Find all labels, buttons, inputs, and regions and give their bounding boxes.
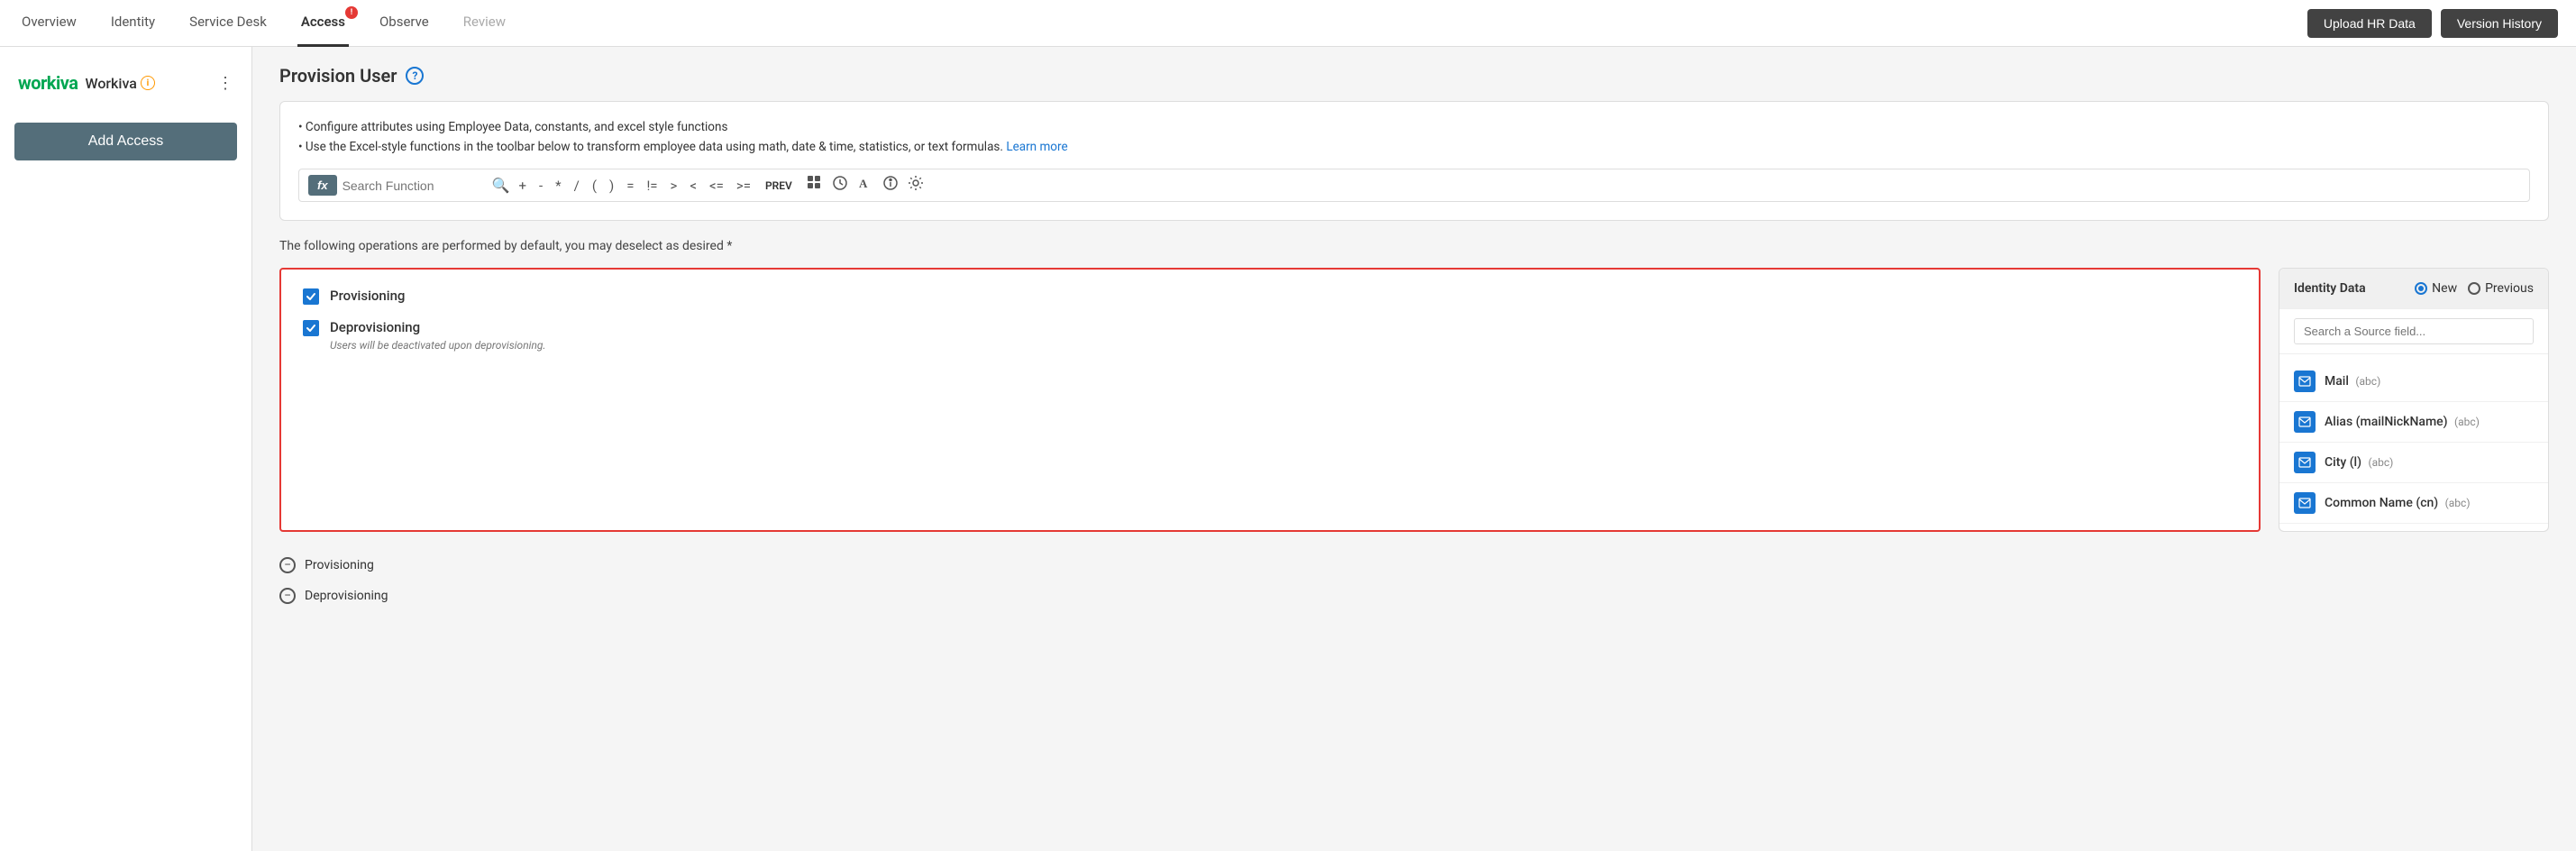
toolbar-icons: A bbox=[807, 175, 924, 196]
field-city-icon bbox=[2294, 452, 2316, 473]
settings-icon-button[interactable] bbox=[908, 175, 924, 196]
op-greater[interactable]: > bbox=[667, 176, 681, 196]
identity-panel: Identity Data New Previous bbox=[2279, 268, 2549, 532]
field-city-name: City (l) (abc) bbox=[2325, 455, 2393, 470]
field-mail-name: Mail (abc) bbox=[2325, 374, 2380, 389]
main-layout: workiva Workiva i ⋮ Add Access Provision… bbox=[0, 47, 2576, 851]
radio-new-circle bbox=[2415, 282, 2427, 295]
svg-text:A: A bbox=[859, 177, 868, 190]
sidebar-brand: workiva Workiva i ⋮ bbox=[14, 65, 237, 101]
grid-icon-button[interactable] bbox=[807, 175, 823, 196]
op-greater-eq[interactable]: >= bbox=[733, 176, 754, 196]
radio-new[interactable]: New bbox=[2415, 281, 2457, 296]
identity-panel-header: Identity Data New Previous bbox=[2279, 269, 2548, 309]
page-help-icon[interactable]: ? bbox=[406, 67, 424, 85]
op-less-eq[interactable]: <= bbox=[706, 176, 727, 196]
nav-access[interactable]: Access ! bbox=[297, 0, 349, 47]
nav-right-buttons: Upload HR Data Version History bbox=[2307, 9, 2558, 38]
op-minus[interactable]: - bbox=[535, 176, 546, 196]
bottom-deprovisioning: Deprovisioning bbox=[279, 581, 2549, 611]
op-close-paren[interactable]: ) bbox=[606, 176, 617, 196]
bottom-operations: Provisioning Deprovisioning bbox=[279, 550, 2549, 611]
radio-group: New Previous bbox=[2415, 281, 2534, 296]
nav-identity[interactable]: Identity bbox=[107, 0, 159, 47]
version-history-button[interactable]: Version History bbox=[2441, 9, 2558, 38]
identity-search bbox=[2279, 309, 2548, 354]
field-mail[interactable]: Mail (abc) bbox=[2279, 361, 2548, 402]
nav-access-badge: ! bbox=[345, 6, 358, 19]
workiva-brand-name: Workiva i bbox=[85, 75, 154, 92]
description-text: The following operations are performed b… bbox=[279, 239, 2549, 253]
identity-panel-title: Identity Data bbox=[2294, 281, 2366, 296]
fx-button[interactable]: fx bbox=[308, 175, 337, 196]
identity-search-input[interactable] bbox=[2294, 318, 2534, 344]
nav-observe[interactable]: Observe bbox=[376, 0, 433, 47]
field-alias-icon bbox=[2294, 411, 2316, 433]
field-cn-name: Common Name (cn) (abc) bbox=[2325, 496, 2471, 510]
provisioning-item: Provisioning bbox=[303, 288, 2237, 305]
deprovisioning-collapse-icon[interactable] bbox=[279, 588, 296, 604]
op-open-paren[interactable]: ( bbox=[589, 176, 600, 196]
bullet-2: Use the Excel-style functions in the too… bbox=[298, 140, 2530, 154]
deprovisioning-label: Deprovisioning bbox=[330, 319, 545, 335]
deprovisioning-sublabel: Users will be deactivated upon deprovisi… bbox=[330, 339, 545, 352]
nav-review: Review bbox=[460, 0, 509, 47]
op-plus[interactable]: + bbox=[515, 176, 530, 196]
bottom-deprovisioning-label: Deprovisioning bbox=[305, 589, 388, 603]
bottom-provisioning: Provisioning bbox=[279, 550, 2549, 581]
brand-info-icon[interactable]: i bbox=[141, 76, 155, 90]
deprovisioning-checkbox[interactable] bbox=[303, 320, 319, 336]
search-function-input[interactable] bbox=[343, 178, 487, 193]
nav-items: Overview Identity Service Desk Access ! … bbox=[18, 0, 2307, 47]
field-mail-icon bbox=[2294, 371, 2316, 392]
formula-bullets: Configure attributes using Employee Data… bbox=[298, 120, 2530, 154]
op-less[interactable]: < bbox=[686, 176, 700, 196]
learn-more-link[interactable]: Learn more bbox=[1006, 140, 1067, 154]
main-content: Provision User ? Configure attributes us… bbox=[252, 47, 2576, 851]
op-prev[interactable]: PREV bbox=[760, 178, 798, 194]
bullet-1: Configure attributes using Employee Data… bbox=[298, 120, 2530, 134]
radio-previous-circle bbox=[2468, 282, 2480, 295]
page-title-area: Provision User ? bbox=[279, 65, 2549, 87]
top-navigation: Overview Identity Service Desk Access ! … bbox=[0, 0, 2576, 47]
add-access-button[interactable]: Add Access bbox=[14, 123, 237, 160]
nav-service-desk[interactable]: Service Desk bbox=[186, 0, 270, 47]
nav-overview[interactable]: Overview bbox=[18, 0, 80, 47]
field-city[interactable]: City (l) (abc) bbox=[2279, 443, 2548, 483]
formula-area: Configure attributes using Employee Data… bbox=[279, 101, 2549, 221]
provisioning-collapse-icon[interactable] bbox=[279, 557, 296, 573]
bottom-provisioning-label: Provisioning bbox=[305, 558, 374, 572]
op-divide[interactable]: / bbox=[571, 176, 583, 196]
op-not-equals[interactable]: != bbox=[643, 176, 661, 196]
upload-hr-data-button[interactable]: Upload HR Data bbox=[2307, 9, 2432, 38]
field-alias[interactable]: Alias (mailNickName) (abc) bbox=[2279, 402, 2548, 443]
field-common-name[interactable]: Common Name (cn) (abc) bbox=[2279, 483, 2548, 524]
formula-toolbar: fx 🔍 + - * / ( ) = != > < <= >= PREV bbox=[298, 169, 2530, 202]
page-title: Provision User bbox=[279, 65, 397, 87]
info-icon-button[interactable] bbox=[882, 175, 899, 196]
sidebar: workiva Workiva i ⋮ Add Access bbox=[0, 47, 252, 851]
provisioning-label: Provisioning bbox=[330, 288, 405, 304]
field-alias-name: Alias (mailNickName) (abc) bbox=[2325, 415, 2480, 429]
op-multiply[interactable]: * bbox=[552, 176, 564, 196]
operations-container: Provisioning Deprovisioning Users will b… bbox=[279, 268, 2549, 532]
text-icon-button[interactable]: A bbox=[857, 175, 873, 196]
search-toolbar-icon[interactable]: 🔍 bbox=[492, 177, 510, 194]
operations-box: Provisioning Deprovisioning Users will b… bbox=[279, 268, 2261, 532]
radio-previous[interactable]: Previous bbox=[2468, 281, 2534, 296]
sidebar-menu-icon[interactable]: ⋮ bbox=[217, 74, 233, 93]
clock-icon-button[interactable] bbox=[832, 175, 848, 196]
workiva-logo: workiva bbox=[18, 72, 78, 94]
op-equals[interactable]: = bbox=[623, 176, 637, 196]
field-cn-icon bbox=[2294, 492, 2316, 514]
deprovisioning-item: Deprovisioning Users will be deactivated… bbox=[303, 319, 2237, 352]
provisioning-checkbox[interactable] bbox=[303, 288, 319, 305]
identity-fields-list: Mail (abc) Alias (mailNickName) bbox=[2279, 354, 2548, 531]
